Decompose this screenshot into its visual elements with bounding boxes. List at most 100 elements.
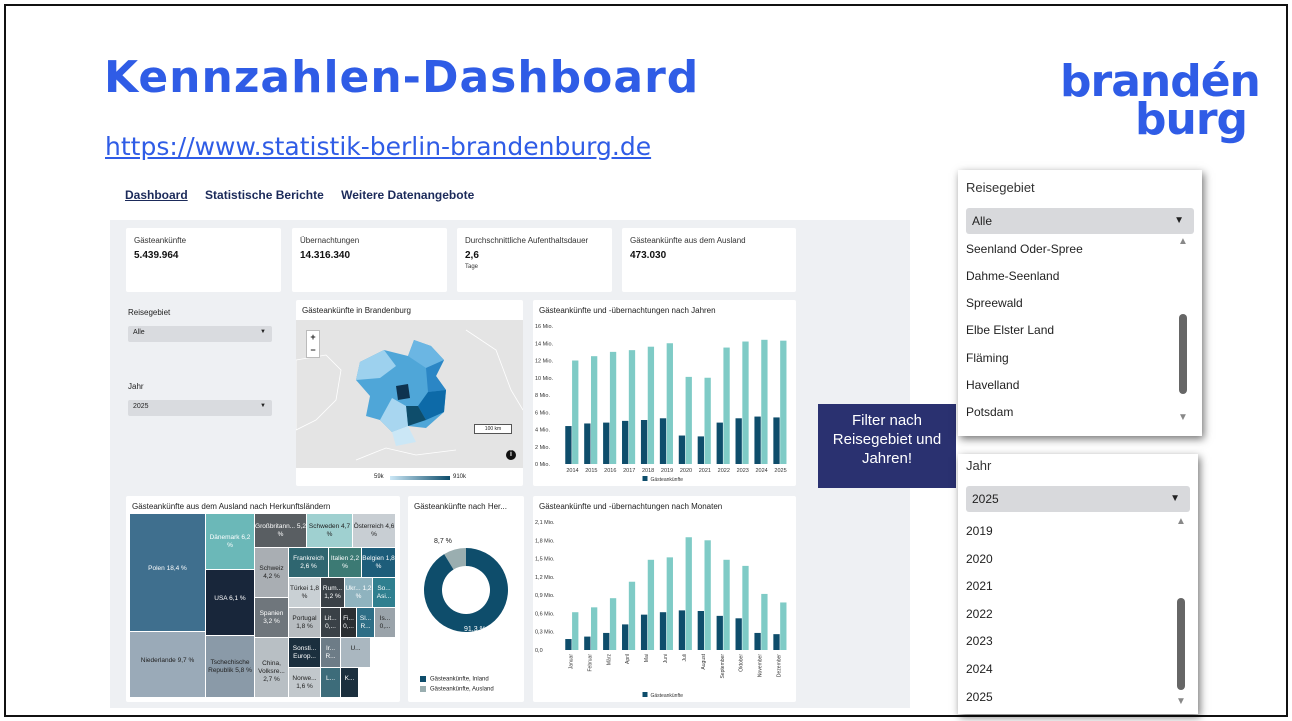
region-option[interactable]: Spreewald	[966, 296, 1023, 310]
year-option[interactable]: 2019	[966, 524, 993, 538]
map-svg	[295, 329, 524, 461]
treemap-cell[interactable]: Rum... 1,2 %	[321, 578, 344, 607]
region-option[interactable]: Dahme-Seenland	[966, 269, 1059, 283]
treemap-cell[interactable]: Polen 18,4 %	[130, 514, 205, 631]
treemap-cell[interactable]: USA 6,1 %	[206, 570, 254, 635]
treemap-cell[interactable]: Ukr... 1,2 %	[345, 578, 372, 607]
year-option[interactable]: 2020	[966, 552, 993, 566]
x-tick-label: 2023	[737, 468, 749, 474]
scroll-down-icon[interactable]: ▼	[1178, 412, 1188, 423]
legend-label: Gästeankünfte, Inland	[430, 676, 489, 683]
treemap-cell[interactable]: L...	[321, 668, 340, 697]
bar	[697, 436, 704, 464]
treemap-cell[interactable]: Lit... 0,...	[321, 608, 340, 637]
years-chart: 16 Mio. 14 Mio. 12 Mio. 10 Mio. 8 Mio. 6 Mio.…	[535, 324, 787, 483]
year-dropdown-label: Jahr	[966, 458, 992, 473]
nav-statistische-berichte[interactable]: Statistische Berichte	[205, 188, 324, 202]
scroll-down-icon[interactable]: ▼	[1176, 696, 1186, 707]
scroll-up-icon[interactable]: ▲	[1176, 516, 1186, 527]
region-dropdown-select[interactable]: Alle ▼	[966, 208, 1194, 234]
year-dropdown-select[interactable]: 2025 ▼	[966, 486, 1190, 512]
treemap-cell[interactable]: Schweiz 4,2 %	[255, 548, 288, 597]
bar	[584, 636, 591, 650]
treemap-cell[interactable]: Sl... R...	[357, 608, 374, 637]
nav-dashboard[interactable]: Dashboard	[125, 188, 188, 202]
treemap-cell[interactable]: Italien 2,2 %	[329, 548, 361, 577]
dashboard-screenshot: Gästeankünfte 5.439.964 Übernachtungen 1…	[110, 220, 910, 708]
donut-label-ausland: 8,7 %	[434, 538, 452, 545]
info-icon[interactable]: i	[506, 450, 516, 460]
treemap-cell[interactable]: K...	[341, 668, 358, 697]
zoom-out-button[interactable]: −	[307, 344, 319, 357]
donut-legend-inland: Gästeankünfte, Inland	[420, 676, 489, 683]
treemap-cell[interactable]: Fi... 0,...	[341, 608, 356, 637]
kpi-label: Gästeankünfte aus dem Ausland	[630, 236, 746, 245]
treemap-cell[interactable]: Is... 0,...	[375, 608, 395, 637]
x-tick-label: Mai	[644, 654, 650, 662]
bar	[622, 624, 629, 650]
x-tick-label: Januar	[568, 654, 574, 670]
year-scrollbar[interactable]: ▲ ▼	[1176, 516, 1186, 708]
legend-swatch	[642, 692, 648, 697]
y-tick-label: 4 Mio.	[535, 428, 550, 434]
treemap-cell[interactable]: Belgien 1,8 %	[362, 548, 395, 577]
bar	[685, 376, 692, 464]
region-option[interactable]: Potsdam	[966, 405, 1013, 419]
scroll-thumb[interactable]	[1177, 598, 1185, 690]
legend-label: Gästeankünfte, Ausland	[430, 686, 494, 693]
kpi-value: 473.030	[630, 250, 667, 261]
region-option[interactable]: Havelland	[966, 378, 1019, 392]
nav-weitere-datenangebote[interactable]: Weitere Datenangebote	[341, 188, 474, 202]
treemap-cell[interactable]: Tschechische Republik 5,8 %	[206, 636, 254, 697]
treemap-cell[interactable]: Österreich 4,6 %	[353, 514, 395, 547]
year-select[interactable]: 2025 ▼	[128, 400, 272, 416]
bar	[584, 423, 591, 464]
treemap-cell[interactable]: Schweden 4,7 %	[307, 514, 352, 547]
region-select[interactable]: Alle ▼	[128, 326, 272, 342]
x-tick-label: 2017	[623, 468, 635, 474]
bar	[609, 351, 617, 464]
brandenburg-map[interactable]: + − 100 km i	[295, 320, 524, 468]
treemap-cell[interactable]: Frankreich 2,6 %	[289, 548, 328, 577]
scroll-up-icon[interactable]: ▲	[1178, 236, 1188, 247]
treemap-cell[interactable]: Portugal 1,8 %	[289, 608, 320, 637]
region-scrollbar[interactable]: ▲ ▼	[1178, 236, 1188, 424]
treemap-cell[interactable]: U...	[341, 638, 370, 667]
year-option[interactable]: 2023	[966, 634, 993, 648]
treemap-cell[interactable]: Niederlande 9,7 %	[130, 632, 205, 697]
year-option[interactable]: 2025	[966, 690, 993, 704]
treemap-cell[interactable]: Spanien 3,2 %	[255, 598, 288, 637]
year-option[interactable]: 2022	[966, 607, 993, 621]
treemap-cell[interactable]: Sonsti... Europ...	[289, 638, 320, 667]
treemap-cell[interactable]: Ir... R...	[321, 638, 340, 667]
bar	[742, 341, 749, 464]
y-tick-label: 0,6 Mio.	[535, 611, 555, 617]
region-option[interactable]: Elbe Elster Land	[966, 323, 1054, 337]
treemap-card: Gästeankünfte aus dem Ausland nach Herku…	[126, 496, 400, 702]
y-tick-label: 6 Mio.	[535, 410, 550, 416]
y-tick-label: 10 Mio.	[535, 376, 554, 382]
region-option[interactable]: Seenland Oder-Spree	[966, 242, 1083, 256]
chevron-down-icon: ▼	[1174, 215, 1184, 226]
months-chart-card: Gästeankünfte und -übernachtungen nach M…	[533, 496, 796, 702]
kpi-value: 14.316.340	[300, 250, 351, 261]
region-option[interactable]: Fläming	[966, 351, 1009, 365]
zoom-in-button[interactable]: +	[307, 331, 319, 344]
scroll-thumb[interactable]	[1179, 314, 1187, 394]
statistik-link[interactable]: https://www.statistik-berlin-brandenburg…	[105, 132, 651, 161]
treemap-cell[interactable]: Türkei 1,8 %	[289, 578, 320, 607]
kpi-card-overnights: Übernachtungen 14.316.340	[292, 228, 447, 292]
map-zoom-controls: + −	[306, 330, 320, 358]
year-option[interactable]: 2021	[966, 579, 993, 593]
x-tick-label: Februar	[587, 654, 593, 672]
donut-title: Gästeankünfte nach Her...	[414, 502, 507, 511]
bar	[590, 356, 598, 464]
year-option[interactable]: 2024	[966, 662, 993, 676]
treemap-cell[interactable]: China, Volksre... 2,7 %	[255, 638, 288, 697]
year-select-value: 2025	[133, 403, 149, 410]
treemap-cell[interactable]: Dänemark 6,2 %	[206, 514, 254, 569]
treemap-cell[interactable]: Großbritann... 5,2 %	[255, 514, 306, 547]
treemap-cell[interactable]: Norwe... 1,6 %	[289, 668, 320, 697]
bar	[697, 610, 704, 650]
treemap-cell[interactable]: So... Asi...	[373, 578, 395, 607]
